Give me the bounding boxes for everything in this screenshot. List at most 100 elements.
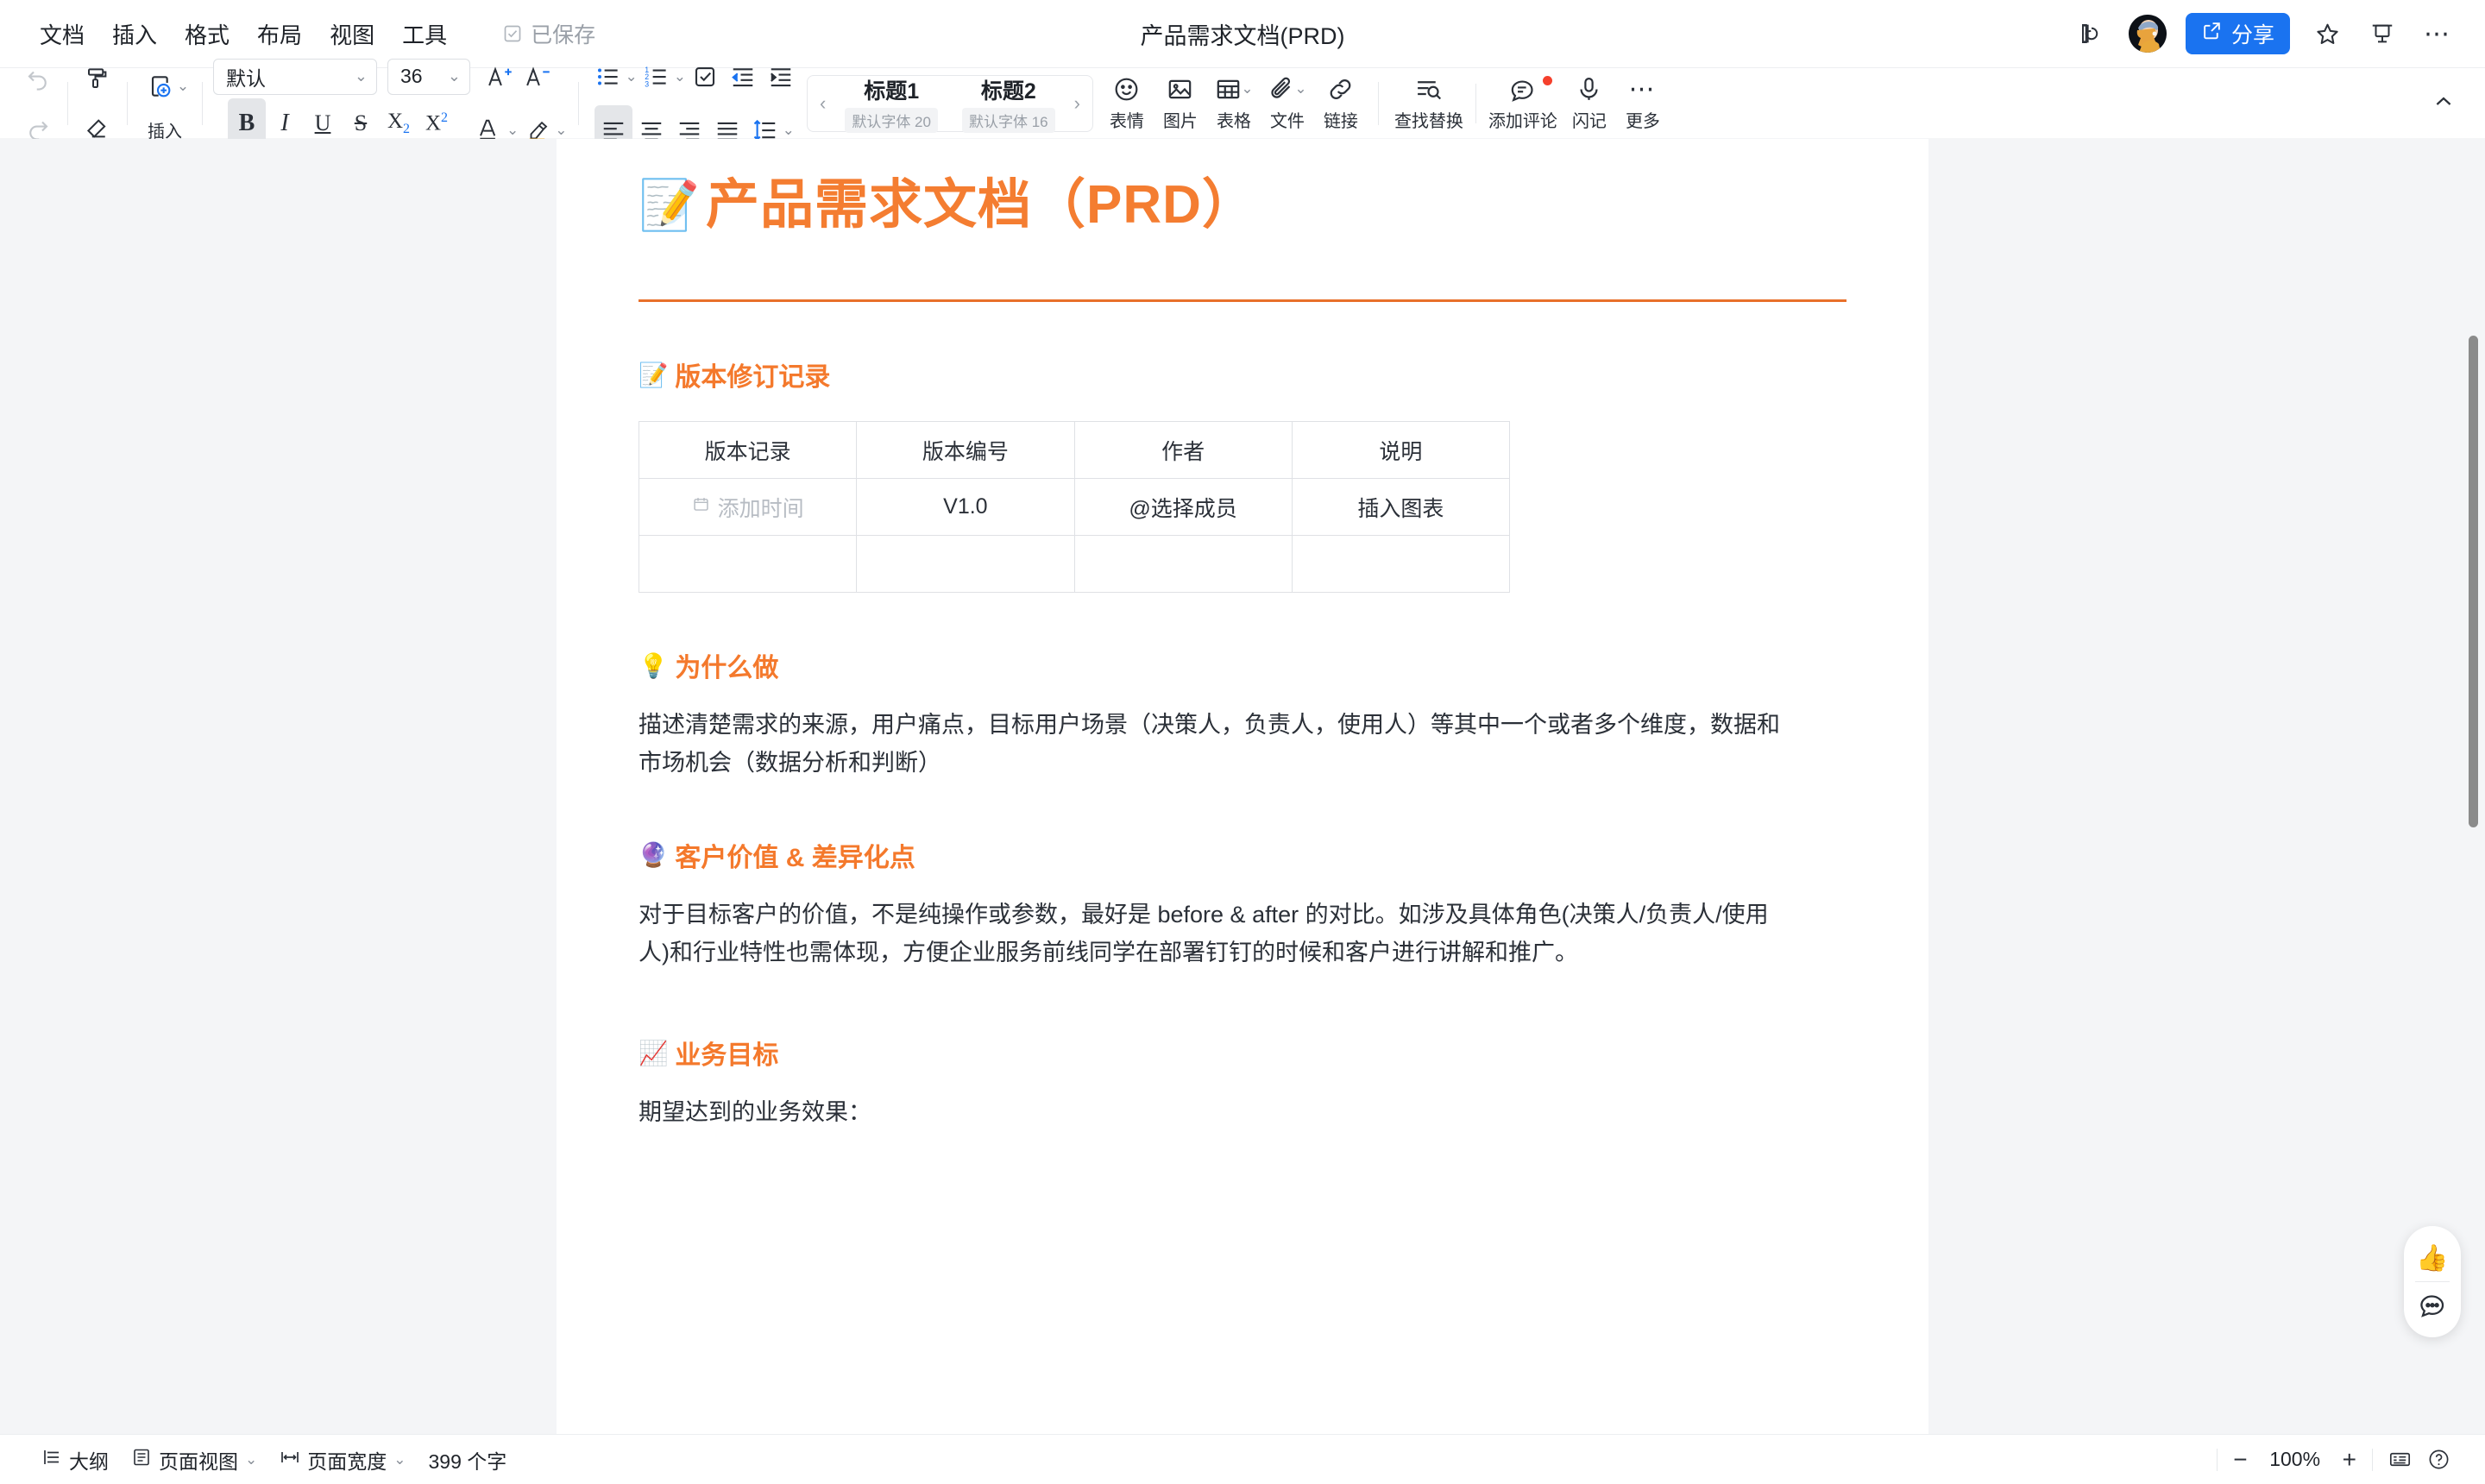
indent-button[interactable] <box>762 52 800 102</box>
outline-icon <box>41 1447 62 1473</box>
table-cell-note[interactable]: 插入图表 <box>1292 479 1509 536</box>
insert-image-button[interactable]: 图片 <box>1154 72 1207 135</box>
numbered-list-dropdown-icon[interactable]: ⌄ <box>674 68 686 85</box>
save-status: 已保存 <box>502 18 595 49</box>
font-family-select[interactable]: 默认 ⌄ <box>213 59 377 95</box>
document-title-top[interactable]: 产品需求文档(PRD) <box>1141 17 1345 51</box>
section-paragraph-business-goal[interactable]: 期望达到的业务效果： <box>639 1094 1786 1132</box>
section-heading-business-goal[interactable]: 📈 业务目标 <box>639 1034 1846 1072</box>
checklist-button[interactable] <box>686 52 724 102</box>
decrease-font-size-button[interactable] <box>519 52 557 102</box>
section-heading-version-history[interactable]: 📝 版本修订记录 <box>639 355 1846 393</box>
add-comment-label: 添加评论 <box>1488 107 1557 132</box>
version-history-table[interactable]: 版本记录 版本编号 作者 说明 <box>639 421 1510 593</box>
style-heading1[interactable]: 标题1 默认字体 20 <box>833 72 950 135</box>
insert-file-button[interactable]: ⌄ 文件 <box>1261 72 1314 135</box>
section-paragraph-why[interactable]: 描述清楚需求的来源，用户痛点，目标用户场景（决策人，负责人，使用人）等其中一个或… <box>639 707 1786 782</box>
thumbs-up-icon[interactable]: 👍 <box>2409 1235 2456 1281</box>
table-cell-date[interactable]: 添加时间 <box>639 479 857 536</box>
page-view-select[interactable]: 页面视图 ⌄ <box>131 1445 257 1475</box>
font-size-select[interactable]: 36 ⌄ <box>387 59 470 95</box>
save-status-label: 已保存 <box>531 18 595 49</box>
share-icon <box>2201 20 2223 47</box>
zoom-in-button[interactable]: + <box>2343 1448 2356 1472</box>
insert-link-button[interactable]: 链接 <box>1314 72 1368 135</box>
increase-font-size-button[interactable] <box>481 52 519 102</box>
word-count: 399 个字 <box>429 1445 507 1475</box>
outdent-button[interactable] <box>724 52 762 102</box>
highlight-dropdown-icon[interactable]: ⌄ <box>555 122 567 139</box>
menu-item-tools[interactable]: 工具 <box>400 15 449 53</box>
insert-emoji-button[interactable]: 表情 <box>1100 72 1154 135</box>
insert-table-button[interactable]: ⌄ 表格 <box>1207 72 1261 135</box>
avatar[interactable] <box>2129 15 2167 53</box>
page-width-icon <box>280 1447 300 1473</box>
document-page[interactable]: 📝 产品需求文档（PRD） 📝 版本修订记录 版本记录 版本编号 作者 说明 <box>557 139 1928 1434</box>
table-dropdown-icon[interactable]: ⌄ <box>1241 80 1253 97</box>
menu-item-document[interactable]: 文档 <box>38 15 86 53</box>
section-heading-customer-value[interactable]: 🔮 客户价值 & 差异化点 <box>639 836 1846 874</box>
section-paragraph-customer-value[interactable]: 对于目标客户的价值，不是纯操作或参数，最好是 before & after 的对… <box>639 896 1786 972</box>
collapse-toolbar-button[interactable] <box>2432 89 2456 117</box>
find-replace-button[interactable]: 查找替换 <box>1389 72 1469 135</box>
status-bar: 大纲 页面视图 ⌄ 页面宽度 ⌄ 399 个字 <box>0 1434 2485 1484</box>
chevron-down-icon: ⌄ <box>448 67 461 85</box>
style-heading2[interactable]: 标题2 默认字体 16 <box>950 72 1067 135</box>
menu-item-insert[interactable]: 插入 <box>110 15 159 53</box>
page-width-select[interactable]: 页面宽度 ⌄ <box>280 1445 406 1475</box>
document-heading-1[interactable]: 📝 产品需求文档（PRD） <box>639 173 1846 237</box>
share-button[interactable]: 分享 <box>2186 13 2290 54</box>
crystal-ball-emoji-icon: 🔮 <box>639 843 668 867</box>
table-row[interactable] <box>639 536 1510 593</box>
insert-dropdown-icon[interactable]: ⌄ <box>177 78 189 95</box>
style-gallery: ‹ 标题1 默认字体 20 标题2 默认字体 16 › <box>807 75 1093 132</box>
quick-note-button[interactable]: 闪记 <box>1563 72 1616 135</box>
section-heading-version-history-text: 版本修订记录 <box>675 355 830 393</box>
menu-item-view[interactable]: 视图 <box>328 15 376 53</box>
more-options-icon[interactable]: ⋯ <box>2419 16 2456 52</box>
svg-text:3: 3 <box>645 79 649 88</box>
table-cell-author[interactable]: @选择成员 <box>1074 479 1292 536</box>
menu-item-layout[interactable]: 布局 <box>255 15 304 53</box>
comment-badge <box>1543 76 1552 85</box>
toolbar-divider <box>578 82 579 125</box>
object-insert-group: 表情 图片 ⌄ 表格 <box>1100 72 1368 135</box>
page-view-label: 页面视图 <box>159 1445 238 1475</box>
numbered-list-button[interactable]: 1 2 3 <box>638 52 676 102</box>
status-divider <box>2217 1449 2218 1471</box>
outline-button[interactable]: 大纲 <box>41 1445 109 1475</box>
present-icon[interactable] <box>2364 16 2400 52</box>
vertical-scrollbar[interactable] <box>2469 336 2478 827</box>
style-next-button[interactable]: › <box>1067 92 1087 115</box>
table-cell-empty[interactable] <box>1074 536 1292 593</box>
bullet-list-dropdown-icon[interactable]: ⌄ <box>626 68 638 85</box>
top-right-actions: 分享 ⋯ <box>2073 0 2456 67</box>
insert-icon[interactable] <box>141 61 179 111</box>
keyboard-shortcuts-button[interactable] <box>2388 1448 2412 1471</box>
add-comment-button[interactable]: 添加评论 <box>1483 72 1563 135</box>
line-spacing-dropdown-icon[interactable]: ⌄ <box>783 122 795 139</box>
zoom-level[interactable]: 100% <box>2265 1448 2325 1471</box>
help-button[interactable] <box>2427 1448 2450 1471</box>
undo-button[interactable] <box>19 53 57 104</box>
table-cell-version[interactable]: V1.0 <box>857 479 1074 536</box>
format-painter-icon[interactable] <box>79 53 116 104</box>
table-row[interactable]: 添加时间 V1.0 @选择成员 插入图表 <box>639 479 1510 536</box>
more-tools-button[interactable]: ⋯ 更多 <box>1616 72 1670 135</box>
star-icon[interactable] <box>2309 16 2345 52</box>
style-prev-button[interactable]: ‹ <box>813 92 833 115</box>
table-cell-empty[interactable] <box>857 536 1074 593</box>
chat-bubble-icon[interactable] <box>2409 1282 2456 1329</box>
share-label: 分享 <box>2231 18 2274 49</box>
memo-emoji-icon: 📝 <box>639 181 701 230</box>
section-heading-why[interactable]: 💡 为什么做 <box>639 646 1846 684</box>
table-cell-empty[interactable] <box>639 536 857 593</box>
history-icon[interactable] <box>2073 16 2110 52</box>
top-bar: 文档 插入 格式 布局 视图 工具 已保存 产品需求文档(PRD) <box>0 0 2485 67</box>
menu-item-format[interactable]: 格式 <box>183 15 231 53</box>
zoom-out-button[interactable]: − <box>2233 1448 2247 1472</box>
bullet-list-button[interactable] <box>589 52 627 102</box>
text-color-dropdown-icon[interactable]: ⌄ <box>506 122 519 139</box>
file-dropdown-icon[interactable]: ⌄ <box>1294 80 1306 97</box>
table-cell-empty[interactable] <box>1292 536 1509 593</box>
